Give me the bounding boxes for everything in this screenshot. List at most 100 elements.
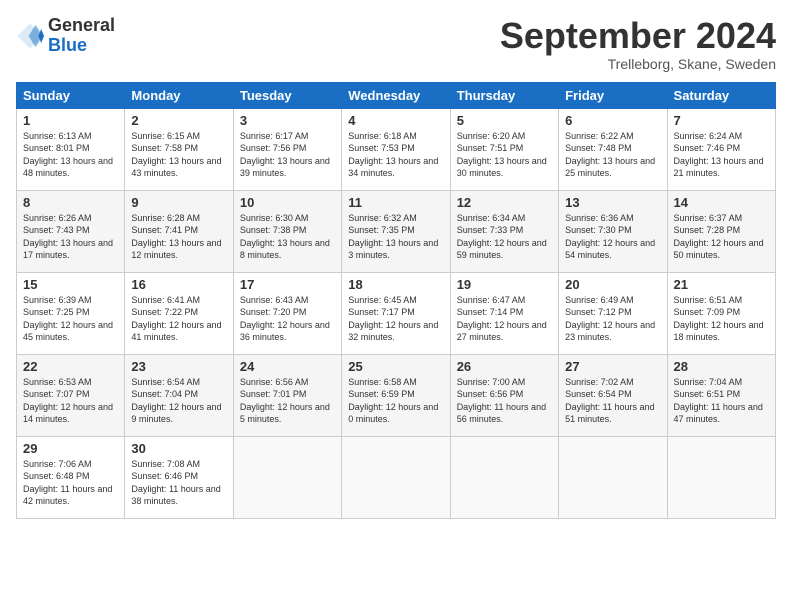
day-number: 17 [240, 277, 335, 292]
day-number: 20 [565, 277, 660, 292]
day-detail: Sunrise: 6:49 AMSunset: 7:12 PMDaylight:… [565, 294, 660, 344]
table-row [450, 436, 558, 518]
table-row: 2Sunrise: 6:15 AMSunset: 7:58 PMDaylight… [125, 108, 233, 190]
table-row: 29 Sunrise: 7:06 AMSunset: 6:48 PMDayligh… [17, 436, 125, 518]
table-row: 10 Sunrise: 6:30 AMSunset: 7:38 PMDayligh… [233, 190, 341, 272]
table-row: 6 Sunrise: 6:22 AMSunset: 7:48 PMDaylight… [559, 108, 667, 190]
day-detail: Sunrise: 6:53 AMSunset: 7:07 PMDaylight:… [23, 376, 118, 426]
col-friday: Friday [559, 82, 667, 108]
table-row [342, 436, 450, 518]
location-subtitle: Trelleborg, Skane, Sweden [500, 56, 776, 72]
day-detail: Sunrise: 6:34 AMSunset: 7:33 PMDaylight:… [457, 212, 552, 262]
table-row: 19 Sunrise: 6:47 AMSunset: 7:14 PMDayligh… [450, 272, 558, 354]
day-number: 25 [348, 359, 443, 374]
table-row: 12 Sunrise: 6:34 AMSunset: 7:33 PMDayligh… [450, 190, 558, 272]
table-row [667, 436, 775, 518]
day-number: 29 [23, 441, 118, 456]
day-detail: Sunrise: 6:54 AMSunset: 7:04 PMDaylight:… [131, 376, 226, 426]
day-detail: Sunrise: 7:02 AMSunset: 6:54 PMDaylight:… [565, 376, 660, 426]
day-number: 1 [23, 113, 118, 128]
day-detail: Sunrise: 6:45 AMSunset: 7:17 PMDaylight:… [348, 294, 443, 344]
day-number: 22 [23, 359, 118, 374]
day-detail: Sunrise: 6:39 AMSunset: 7:25 PMDaylight:… [23, 294, 118, 344]
logo-icon [16, 22, 44, 50]
table-row [559, 436, 667, 518]
day-detail: Sunrise: 6:26 AMSunset: 7:43 PMDaylight:… [23, 212, 118, 262]
table-row [233, 436, 341, 518]
day-number: 23 [131, 359, 226, 374]
table-row: 24Sunrise: 6:56 AMSunset: 7:01 PMDayligh… [233, 354, 341, 436]
col-saturday: Saturday [667, 82, 775, 108]
day-detail: Sunrise: 6:58 AMSunset: 6:59 PMDaylight:… [348, 376, 443, 426]
day-number: 8 [23, 195, 118, 210]
table-row: 14Sunrise: 6:37 AMSunset: 7:28 PMDayligh… [667, 190, 775, 272]
table-row: 13 Sunrise: 6:36 AMSunset: 7:30 PMDayligh… [559, 190, 667, 272]
day-number: 11 [348, 195, 443, 210]
day-detail: Sunrise: 6:47 AMSunset: 7:14 PMDaylight:… [457, 294, 552, 344]
calendar-table: Sunday Monday Tuesday Wednesday Thursday… [16, 82, 776, 519]
col-tuesday: Tuesday [233, 82, 341, 108]
day-number: 28 [674, 359, 769, 374]
day-detail: Sunrise: 6:36 AMSunset: 7:30 PMDaylight:… [565, 212, 660, 262]
day-detail: Sunrise: 6:43 AMSunset: 7:20 PMDaylight:… [240, 294, 335, 344]
table-row: 27Sunrise: 7:02 AMSunset: 6:54 PMDayligh… [559, 354, 667, 436]
logo: General Blue [16, 16, 115, 56]
title-block: September 2024 Trelleborg, Skane, Sweden [500, 16, 776, 72]
day-detail: Sunrise: 7:06 AMSunset: 6:48 PMDaylight:… [23, 458, 118, 508]
day-detail: Sunrise: 6:37 AMSunset: 7:28 PMDaylight:… [674, 212, 769, 262]
table-row: 20 Sunrise: 6:49 AMSunset: 7:12 PMDayligh… [559, 272, 667, 354]
col-thursday: Thursday [450, 82, 558, 108]
day-number: 16 [131, 277, 226, 292]
day-detail: Sunrise: 6:28 AMSunset: 7:41 PMDaylight:… [131, 212, 226, 262]
logo-blue: Blue [48, 36, 115, 56]
table-row: 28 Sunrise: 7:04 AMSunset: 6:51 PMDayligh… [667, 354, 775, 436]
table-row: 15 Sunrise: 6:39 AMSunset: 7:25 PMDayligh… [17, 272, 125, 354]
day-number: 21 [674, 277, 769, 292]
day-number: 5 [457, 113, 552, 128]
table-row: 25 Sunrise: 6:58 AMSunset: 6:59 PMDayligh… [342, 354, 450, 436]
day-number: 6 [565, 113, 660, 128]
day-detail: Sunrise: 6:30 AMSunset: 7:38 PMDaylight:… [240, 212, 335, 262]
table-row: 26Sunrise: 7:00 AMSunset: 6:56 PMDayligh… [450, 354, 558, 436]
day-number: 3 [240, 113, 335, 128]
table-row: 5 Sunrise: 6:20 AMSunset: 7:51 PMDaylight… [450, 108, 558, 190]
day-number: 7 [674, 113, 769, 128]
table-row: 11 Sunrise: 6:32 AMSunset: 7:35 PMDayligh… [342, 190, 450, 272]
day-detail: Sunrise: 6:13 AMSunset: 8:01 PMDaylight:… [23, 130, 118, 180]
table-row: 3 Sunrise: 6:17 AMSunset: 7:56 PMDaylight… [233, 108, 341, 190]
calendar-body: 1 Sunrise: 6:13 AMSunset: 8:01 PMDaylight… [17, 108, 776, 518]
table-row: 8 Sunrise: 6:26 AMSunset: 7:43 PMDaylight… [17, 190, 125, 272]
table-row: 1 Sunrise: 6:13 AMSunset: 8:01 PMDaylight… [17, 108, 125, 190]
day-detail: Sunrise: 6:15 AMSunset: 7:58 PMDaylight:… [131, 130, 226, 180]
col-wednesday: Wednesday [342, 82, 450, 108]
col-sunday: Sunday [17, 82, 125, 108]
table-row: 18 Sunrise: 6:45 AMSunset: 7:17 PMDayligh… [342, 272, 450, 354]
day-detail: Sunrise: 6:17 AMSunset: 7:56 PMDaylight:… [240, 130, 335, 180]
day-detail: Sunrise: 6:41 AMSunset: 7:22 PMDaylight:… [131, 294, 226, 344]
day-number: 26 [457, 359, 552, 374]
table-row: 30Sunrise: 7:08 AMSunset: 6:46 PMDayligh… [125, 436, 233, 518]
day-detail: Sunrise: 6:18 AMSunset: 7:53 PMDaylight:… [348, 130, 443, 180]
day-number: 18 [348, 277, 443, 292]
header: General Blue September 2024 Trelleborg, … [16, 16, 776, 72]
day-number: 9 [131, 195, 226, 210]
table-row: 9 Sunrise: 6:28 AMSunset: 7:41 PMDaylight… [125, 190, 233, 272]
day-number: 15 [23, 277, 118, 292]
day-detail: Sunrise: 6:32 AMSunset: 7:35 PMDaylight:… [348, 212, 443, 262]
day-detail: Sunrise: 7:04 AMSunset: 6:51 PMDaylight:… [674, 376, 769, 426]
calendar-header: Sunday Monday Tuesday Wednesday Thursday… [17, 82, 776, 108]
table-row: 22 Sunrise: 6:53 AMSunset: 7:07 PMDayligh… [17, 354, 125, 436]
day-number: 10 [240, 195, 335, 210]
day-detail: Sunrise: 6:51 AMSunset: 7:09 PMDaylight:… [674, 294, 769, 344]
day-detail: Sunrise: 6:20 AMSunset: 7:51 PMDaylight:… [457, 130, 552, 180]
month-title: September 2024 [500, 16, 776, 56]
table-row: 21 Sunrise: 6:51 AMSunset: 7:09 PMDayligh… [667, 272, 775, 354]
day-number: 12 [457, 195, 552, 210]
day-number: 13 [565, 195, 660, 210]
day-detail: Sunrise: 6:22 AMSunset: 7:48 PMDaylight:… [565, 130, 660, 180]
day-number: 30 [131, 441, 226, 456]
day-number: 19 [457, 277, 552, 292]
logo-text: General Blue [48, 16, 115, 56]
table-row: 23 Sunrise: 6:54 AMSunset: 7:04 PMDayligh… [125, 354, 233, 436]
day-detail: Sunrise: 6:56 AMSunset: 7:01 PMDaylight:… [240, 376, 335, 426]
